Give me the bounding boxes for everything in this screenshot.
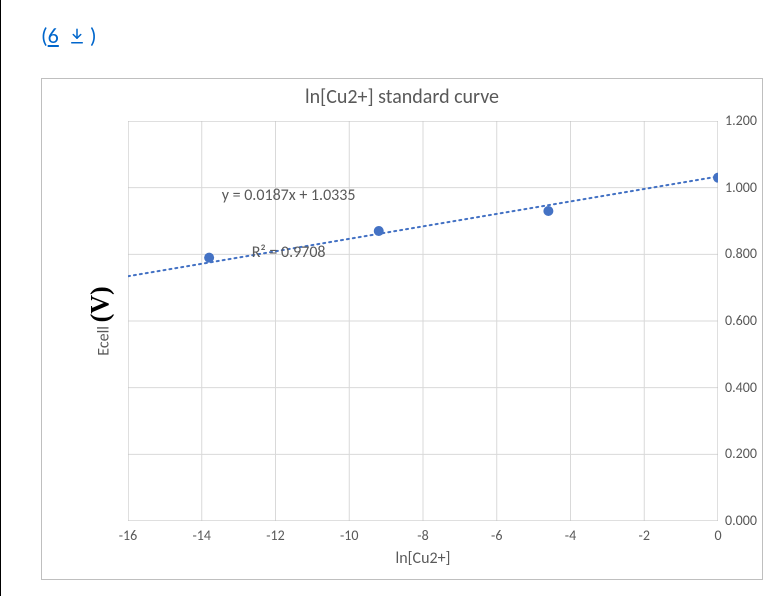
paren-open: (	[41, 22, 48, 49]
header-link-group: (6 )	[41, 22, 96, 49]
x-tick-label: -12	[266, 527, 284, 544]
y-axis-label-unit: (V)	[86, 286, 115, 322]
x-tick-label: -14	[193, 527, 211, 544]
trendline-equation: y = 0.0187x + 1.0335 R² = 0.9708	[222, 148, 356, 300]
x-tick-label: -4	[565, 527, 576, 544]
y-axis-label-main: Ecell	[95, 326, 114, 356]
paren-close: )	[90, 22, 97, 49]
equation-line: y = 0.0187x + 1.0335	[222, 186, 356, 205]
chart-title: ln[Cu2+] standard curve	[42, 85, 762, 109]
y-axis-label: Ecell (V)	[86, 286, 116, 355]
y-tick-label: 1.000	[722, 179, 760, 196]
x-tick-label: -8	[417, 527, 428, 544]
y-tick-label: 0.200	[722, 445, 760, 462]
y-axis-label-group: Ecell (V)	[52, 121, 112, 521]
r-squared-line: R² = 0.9708	[222, 243, 356, 262]
ref-link-6[interactable]: 6	[48, 22, 59, 49]
x-tick-label: -10	[340, 527, 358, 544]
plot-area: y = 0.0187x + 1.0335 R² = 0.9708	[128, 121, 718, 521]
y-tick-label: 0.600	[722, 312, 760, 329]
chart-container: ln[Cu2+] standard curve Ecell (V) y = 0.…	[41, 78, 763, 580]
y-tick-label: 0.800	[722, 245, 760, 262]
x-axis-label: ln[Cu2+]	[128, 549, 718, 568]
y-tick-label: 1.200	[722, 112, 760, 129]
x-tick-label: -6	[491, 527, 502, 544]
y-tick-label: 0.400	[722, 379, 760, 396]
x-tick-label: -16	[119, 527, 137, 544]
download-icon[interactable]	[68, 24, 86, 42]
x-tick-label: -2	[639, 527, 650, 544]
plot-svg	[128, 121, 718, 521]
y-tick-label: 0.000	[722, 512, 760, 529]
x-tick-label: 0	[714, 527, 721, 544]
